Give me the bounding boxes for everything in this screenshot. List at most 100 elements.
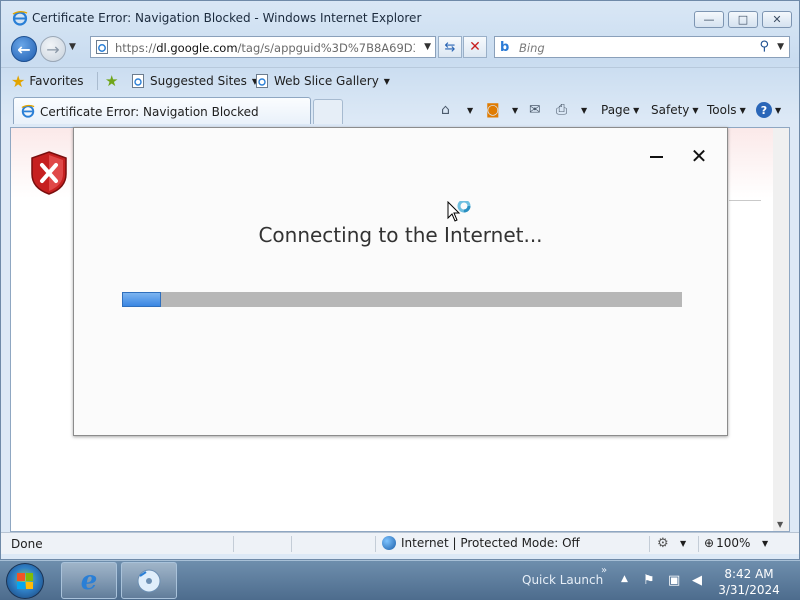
window-title: Certificate Error: Navigation Blocked - … <box>32 11 422 25</box>
suggested-sites-button[interactable]: Suggested Sites ▼ <box>131 71 258 91</box>
zoom-button[interactable]: ⊕ 100% <box>704 536 750 550</box>
search-icon[interactable]: ⚲ <box>759 39 769 54</box>
printer-icon: ⎙ <box>556 102 568 118</box>
dialog-minimize-button[interactable] <box>646 146 666 166</box>
zoom-icon: ⊕ <box>704 536 715 550</box>
address-dropdown[interactable]: ▼ <box>424 42 431 52</box>
home-dropdown[interactable]: ▼ <box>467 100 473 120</box>
zoom-level: 100% <box>716 536 751 550</box>
close-icon: ✕ <box>772 13 782 26</box>
chevron-down-icon[interactable]: ▼ <box>680 539 686 548</box>
stop-icon: ✕ <box>469 39 481 55</box>
back-button[interactable]: ← <box>11 36 37 62</box>
progress-fill <box>122 292 162 307</box>
start-button[interactable] <box>6 563 44 599</box>
dialog-message: Connecting to the Internet... <box>258 223 543 247</box>
close-icon: ✕ <box>690 144 708 168</box>
read-mail-button[interactable]: ✉ <box>529 100 541 120</box>
navigation-bar: ← → ▼ https://dl.google.com/tag/s/appgui… <box>1 33 799 63</box>
page-icon <box>96 40 108 54</box>
chevron-down-icon: ▼ <box>739 105 746 115</box>
ie-icon <box>12 11 28 26</box>
shield-error-icon <box>31 151 67 195</box>
quick-launch-chevron-icon[interactable]: » <box>601 565 607 576</box>
system-clock[interactable]: 8:42 AM 3/31/2024 <box>718 566 780 598</box>
tools-menu-button[interactable]: Tools ▼ <box>707 100 746 120</box>
dialog-close-button[interactable]: ✕ <box>688 144 710 168</box>
tab-title: Certificate Error: Navigation Blocked <box>40 105 259 119</box>
scroll-down-icon[interactable]: ▼ <box>777 520 783 529</box>
security-zone[interactable]: Internet | Protected Mode: Off <box>382 536 580 550</box>
zone-text: Internet | Protected Mode: Off <box>401 536 580 550</box>
volume-muted-icon[interactable]: ◀ <box>692 573 702 588</box>
favorites-bar: ★ Favorites ★ Suggested Sites ▼ Web Slic… <box>1 67 799 94</box>
web-slice-gallery-button[interactable]: Web Slice Gallery ▼ <box>255 71 390 91</box>
feeds-button[interactable]: ◙ <box>486 100 500 120</box>
help-icon: ? <box>756 102 772 118</box>
refresh-icon: ⇆ <box>444 39 456 55</box>
safety-menu-label: Safety <box>651 103 690 117</box>
clock-time: 8:42 AM <box>724 567 774 581</box>
taskbar-media-player[interactable] <box>121 562 177 599</box>
tools-menu-label: Tools <box>707 103 737 117</box>
show-hidden-icons-icon[interactable]: ▲ <box>621 574 628 584</box>
chevron-down-icon: ▼ <box>383 76 390 86</box>
home-button[interactable]: ⌂ <box>441 100 450 120</box>
connecting-dialog: ✕ Connecting to the Internet... <box>73 127 728 436</box>
refresh-button[interactable]: ⇆ <box>438 36 462 58</box>
stop-button[interactable]: ✕ <box>463 36 487 58</box>
taskbar: e Quick Launch » ▲ ⚑ ▣ ◀ 8:42 AM 3/31/20… <box>0 560 800 600</box>
home-icon: ⌂ <box>441 102 450 118</box>
add-to-favorites-bar-icon[interactable]: ★ <box>105 72 118 90</box>
chevron-down-icon: ▼ <box>512 105 519 115</box>
help-button[interactable]: ? ▼ <box>756 100 781 120</box>
busy-cursor-icon <box>447 201 471 222</box>
page-icon <box>256 74 268 88</box>
safety-menu-button[interactable]: Safety ▼ <box>651 100 699 120</box>
zoom-dropdown[interactable]: ▼ <box>762 539 768 548</box>
ie-icon: e <box>80 565 98 596</box>
mail-icon: ✉ <box>529 102 541 118</box>
search-box[interactable]: b Bing ⚲ ▼ <box>494 36 790 58</box>
chevron-down-icon: ▼ <box>581 105 588 115</box>
suggested-sites-label: Suggested Sites <box>150 74 247 88</box>
status-text: Done <box>11 537 43 551</box>
maximize-button[interactable]: □ <box>728 11 758 28</box>
recent-pages-dropdown[interactable]: ▼ <box>69 42 76 52</box>
chevron-down-icon: ▼ <box>775 105 782 115</box>
new-tab-button[interactable] <box>313 99 343 124</box>
search-options-dropdown[interactable]: ▼ <box>777 42 784 52</box>
action-center-flag-icon[interactable]: ⚑ <box>643 573 655 588</box>
network-icon[interactable]: ▣ <box>668 573 680 588</box>
protected-mode-gear-icon[interactable]: ⚙ <box>657 536 669 551</box>
error-divider <box>729 200 761 201</box>
print-button[interactable]: ⎙ <box>556 100 567 120</box>
minimize-icon <box>649 156 663 158</box>
windows-logo-icon <box>17 573 33 589</box>
media-player-icon <box>137 569 161 592</box>
page-menu-label: Page <box>601 103 631 117</box>
favorites-separator <box>97 72 98 90</box>
chevron-down-icon: ▼ <box>692 105 699 115</box>
quick-launch-label: Quick Launch <box>522 573 604 587</box>
chevron-down-icon: ▼ <box>633 105 640 115</box>
page-menu-button[interactable]: Page ▼ <box>601 100 639 120</box>
tab-certificate-error[interactable]: Certificate Error: Navigation Blocked <box>13 97 311 124</box>
favorites-button[interactable]: ★ Favorites <box>11 71 84 91</box>
rss-icon: ◙ <box>486 102 500 118</box>
minimize-button[interactable]: — <box>694 11 724 28</box>
status-separator <box>698 536 699 552</box>
web-slice-gallery-label: Web Slice Gallery <box>274 74 379 88</box>
back-arrow-icon: ← <box>17 39 31 59</box>
feeds-dropdown[interactable]: ▼ <box>512 100 518 120</box>
minimize-icon: — <box>703 13 715 26</box>
print-dropdown[interactable]: ▼ <box>581 100 587 120</box>
forward-button[interactable]: → <box>40 36 66 62</box>
favorites-label: Favorites <box>29 74 84 88</box>
close-button[interactable]: ✕ <box>762 11 792 28</box>
address-url[interactable]: https://dl.google.com/tag/s/appguid%3D%7… <box>115 41 415 55</box>
title-bar: Certificate Error: Navigation Blocked - … <box>1 1 799 35</box>
address-bar[interactable]: https://dl.google.com/tag/s/appguid%3D%7… <box>90 36 436 58</box>
vertical-scrollbar[interactable]: ▼ <box>773 128 789 531</box>
taskbar-internet-explorer[interactable]: e <box>61 562 117 599</box>
